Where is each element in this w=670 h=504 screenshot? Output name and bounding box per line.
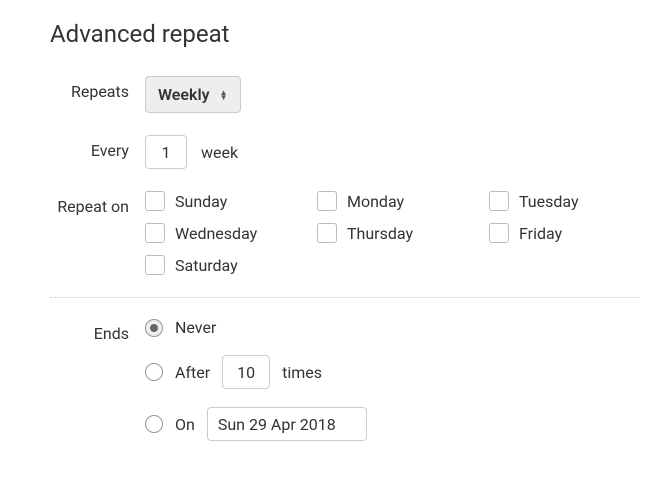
ends-row: Ends Never After times On <box>50 318 640 441</box>
day-tuesday: Tuesday <box>489 191 629 211</box>
day-sunday-label: Sunday <box>175 192 227 211</box>
day-thursday-label: Thursday <box>347 224 413 243</box>
ends-on-item: On <box>145 407 640 441</box>
ends-on-label: On <box>175 415 195 434</box>
ends-after-item: After times <box>145 355 640 389</box>
ends-never-label: Never <box>175 318 216 337</box>
checkbox-sunday[interactable] <box>145 191 165 211</box>
every-label: Every <box>50 135 145 160</box>
checkbox-thursday[interactable] <box>317 223 337 243</box>
repeats-label: Repeats <box>50 76 145 101</box>
day-friday: Friday <box>489 223 629 243</box>
day-monday-label: Monday <box>347 192 404 211</box>
repeat-on-row: Repeat on Sunday Monday Tuesday Wednesda… <box>50 191 640 275</box>
day-friday-label: Friday <box>519 224 562 243</box>
checkbox-wednesday[interactable] <box>145 223 165 243</box>
day-saturday: Saturday <box>145 255 305 275</box>
days-grid: Sunday Monday Tuesday Wednesday Thursday… <box>145 191 640 275</box>
checkbox-monday[interactable] <box>317 191 337 211</box>
ends-label: Ends <box>50 318 145 343</box>
checkbox-friday[interactable] <box>489 223 509 243</box>
day-sunday: Sunday <box>145 191 305 211</box>
repeats-select-value: Weekly <box>158 85 210 104</box>
radio-on[interactable] <box>145 415 163 433</box>
ends-after-unit: times <box>282 363 322 382</box>
repeats-row: Repeats Weekly ▲▼ <box>50 76 640 113</box>
day-saturday-label: Saturday <box>175 256 238 275</box>
day-thursday: Thursday <box>317 223 477 243</box>
ends-never-item: Never <box>145 318 640 337</box>
ends-after-input[interactable] <box>222 355 270 389</box>
repeats-select[interactable]: Weekly ▲▼ <box>145 76 241 113</box>
radio-never[interactable] <box>145 319 163 337</box>
section-divider <box>50 297 640 298</box>
day-wednesday: Wednesday <box>145 223 305 243</box>
select-arrows-icon: ▲▼ <box>220 90 228 100</box>
every-unit: week <box>201 143 238 162</box>
radio-after[interactable] <box>145 363 163 381</box>
page-title: Advanced repeat <box>50 20 640 48</box>
ends-on-input[interactable] <box>207 407 367 441</box>
checkbox-saturday[interactable] <box>145 255 165 275</box>
day-monday: Monday <box>317 191 477 211</box>
checkbox-tuesday[interactable] <box>489 191 509 211</box>
every-input[interactable] <box>145 135 187 169</box>
day-tuesday-label: Tuesday <box>519 192 579 211</box>
ends-after-label: After <box>175 363 210 382</box>
repeat-on-label: Repeat on <box>50 191 145 216</box>
day-wednesday-label: Wednesday <box>175 224 257 243</box>
every-row: Every week <box>50 135 640 169</box>
ends-radio-group: Never After times On <box>145 318 640 441</box>
